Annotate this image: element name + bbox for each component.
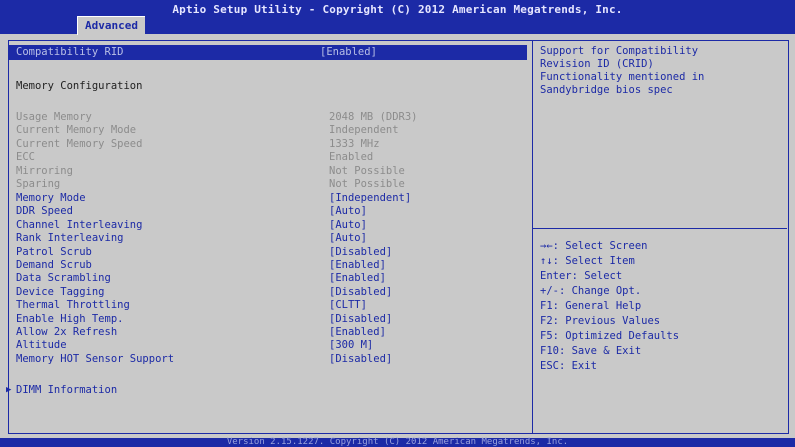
key-hint: F1: General Help (540, 300, 642, 312)
row-label: Altitude (16, 339, 67, 352)
selected-row[interactable]: Compatibility RID [Enabled] (9, 45, 527, 60)
row-label: Thermal Throttling (16, 299, 130, 312)
compatibility-rid-value[interactable]: [Enabled] (320, 46, 377, 58)
section-title: Memory Configuration (16, 80, 143, 92)
row-value[interactable]: [Auto] (329, 205, 367, 218)
row-label: DDR Speed (16, 205, 73, 218)
row-label: Device Tagging (16, 285, 105, 298)
row-value[interactable]: [Disabled] (329, 286, 392, 299)
row-label: Channel Interleaving (16, 218, 143, 231)
help-panel (532, 40, 789, 434)
key-hint: +/-: Change Opt. (540, 285, 642, 297)
key-hint: Enter: Select (540, 270, 623, 282)
row-label: Sparing (16, 178, 61, 190)
key-hint: F2: Previous Values (540, 315, 661, 327)
compatibility-rid-label: Compatibility RID (16, 46, 124, 58)
key-hint: →←: Select Screen (540, 240, 648, 252)
row-label: Mirroring (16, 164, 73, 177)
row-label: Data Scrambling (16, 272, 111, 285)
row-label: Current Memory Mode (16, 124, 137, 137)
row-value: Not Possible (329, 178, 405, 190)
help-divider (533, 228, 787, 229)
help-text: Support for Compatibility Revision ID (C… (540, 45, 705, 96)
dimm-information-label: DIMM Information (16, 384, 118, 396)
row-label: Usage Memory (16, 111, 92, 123)
row-value: 1333 MHz (329, 137, 380, 150)
row-value[interactable]: [Auto] (329, 219, 367, 232)
row-value[interactable]: [Disabled] (329, 246, 392, 259)
footer-version: Version 2.15.1227. Copyright (C) 2012 Am… (0, 438, 795, 447)
row-value[interactable]: [Enabled] (329, 326, 386, 339)
row-label: Memory HOT Sensor Support (16, 352, 175, 365)
row-value[interactable]: [Auto] (329, 232, 367, 245)
row-value[interactable]: [Independent] (329, 192, 411, 205)
row-label: Enable High Temp. (16, 312, 124, 325)
row-label: Current Memory Speed (16, 137, 143, 150)
row-value: Not Possible (329, 164, 405, 177)
key-hint: F5: Optimized Defaults (540, 330, 680, 342)
submenu-arrow-icon: ▶ (6, 385, 12, 395)
row-value[interactable]: [Disabled] (329, 353, 392, 366)
tab-advanced[interactable]: Advanced (77, 16, 145, 35)
app-title: Aptio Setup Utility - Copyright (C) 2012… (172, 3, 623, 16)
key-legend: →←: Select Screen ↑↓: Select Item Enter: S… (540, 239, 780, 374)
key-hint: ESC: Exit (540, 360, 597, 372)
row-value[interactable]: [Enabled] (329, 259, 386, 272)
row-label: ECC (16, 151, 35, 164)
row-value: Enabled (329, 151, 374, 164)
row-label: Rank Interleaving (16, 232, 124, 245)
row-label: Demand Scrub (16, 259, 92, 271)
row-value[interactable]: [Disabled] (329, 313, 392, 326)
row-label: Memory Mode (16, 192, 86, 204)
title-bar: Aptio Setup Utility - Copyright (C) 2012… (0, 0, 795, 35)
row-value[interactable]: [Enabled] (329, 272, 386, 285)
row-value[interactable]: [CLTT] (329, 299, 367, 312)
key-hint: ↑↓: Select Item (540, 255, 635, 267)
row-label: Allow 2x Refresh (16, 326, 118, 338)
row-label: Patrol Scrub (16, 245, 92, 258)
row-value: 2048 MB (DDR3) (329, 111, 418, 123)
key-hint: F10: Save & Exit (540, 345, 642, 357)
row-value: Independent (329, 124, 399, 137)
row-value[interactable]: [300 M] (329, 339, 373, 352)
